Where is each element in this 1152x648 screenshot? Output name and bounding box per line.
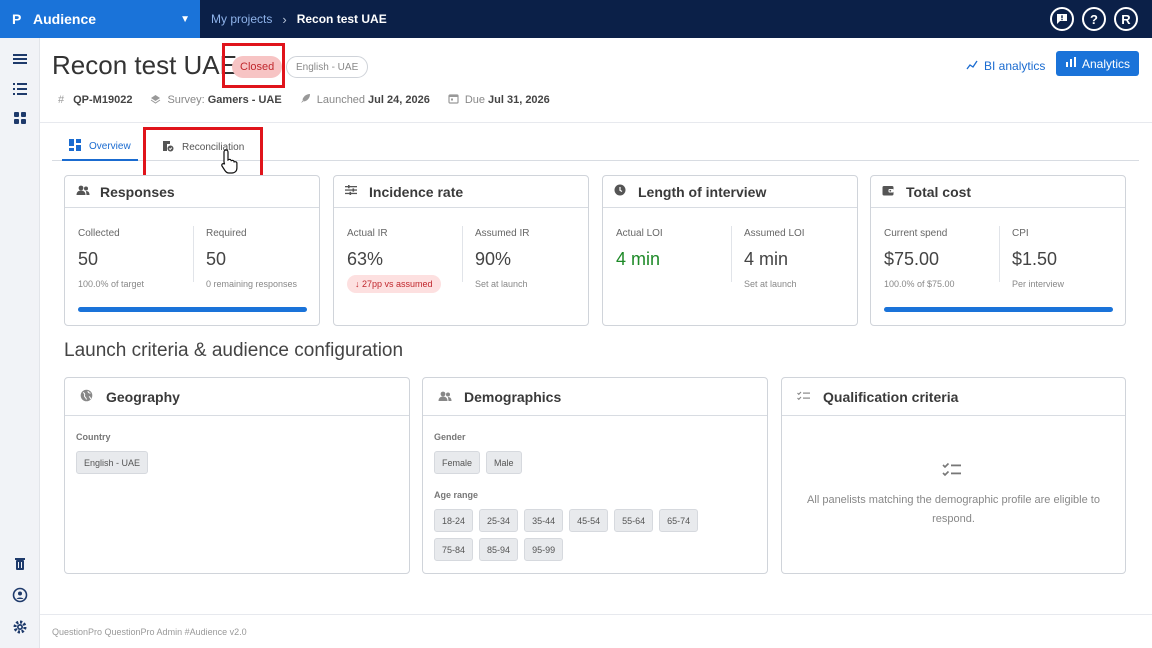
age-range-chip: 75-84 [434, 538, 474, 561]
sliders-icon [345, 185, 359, 198]
breadcrumb: My projects › Recon test UAE [211, 12, 387, 27]
card-header: Demographics [423, 378, 767, 416]
card-header: Total cost [871, 176, 1125, 208]
dashboard-icon[interactable] [12, 110, 28, 126]
empty-state-text: All panelists matching the demographic p… [807, 494, 1100, 525]
app-switcher[interactable]: P Audience ▼ [0, 0, 200, 38]
card-header: Length of interview [603, 176, 857, 208]
clock-icon [614, 184, 628, 199]
meta-due: Due Jul 31, 2026 [448, 93, 550, 107]
card-header: Qualification criteria [782, 378, 1125, 416]
help-icon[interactable]: ? [1082, 7, 1106, 31]
country-chip: English - UAE [76, 451, 149, 474]
card-length-of-interview: Length of interview Actual LOI 4 min Ass… [602, 175, 858, 326]
rocket-icon [300, 93, 311, 107]
highlight-box-status [222, 43, 285, 88]
age-range-chips: 18-24 25-34 35-44 45-54 55-64 65-74 75-84 85-94… [434, 509, 724, 561]
page-title: Recon test UAE [52, 50, 237, 80]
meta-launched: Launched Jul 24, 2026 [300, 93, 430, 107]
calendar-icon [448, 93, 459, 107]
card-total-cost: Total cost Current spend $75.00 100.0% o… [870, 175, 1126, 326]
age-range-chip: 85-94 [479, 538, 519, 561]
loi-actual: Actual LOI 4 min [616, 228, 663, 269]
breadcrumb-current: Recon test UAE [296, 12, 387, 26]
wallet-icon [882, 185, 896, 199]
age-range-chip: 18-24 [434, 509, 474, 532]
responses-collected: Collected 50 100.0% of target [78, 228, 145, 289]
breadcrumb-separator: › [282, 11, 287, 27]
hash-icon: # [58, 94, 65, 106]
age-range-chip: 65-74 [659, 509, 699, 532]
gender-label: Gender [434, 432, 466, 442]
incidence-assumed: Assumed IR 90% Set at launch [475, 228, 530, 289]
brand-logo: P [12, 11, 22, 27]
age-range-chip: 55-64 [614, 509, 654, 532]
ir-delta-badge: ↓ 27pp vs assumed [347, 275, 441, 293]
globe-icon [80, 389, 94, 405]
bar-chart-icon [1065, 56, 1077, 71]
card-responses: Responses Collected 50 100.0% of target … [64, 175, 320, 326]
breadcrumb-my-projects[interactable]: My projects [211, 12, 272, 26]
avatar[interactable]: R [1114, 7, 1138, 31]
left-rail [0, 38, 40, 648]
project-meta: # QP-M19022 Survey: Gamers - UAE Launche… [58, 93, 568, 107]
hand-cursor-icon [220, 148, 240, 174]
tab-overview[interactable]: Overview [62, 134, 138, 161]
trash-icon[interactable] [12, 556, 28, 572]
gender-chip: Male [486, 451, 522, 474]
card-header: Geography [65, 378, 409, 416]
header-divider [40, 122, 1152, 123]
section-title: Launch criteria & audience configuration [64, 340, 404, 361]
responses-required: Required 50 0 remaining responses [206, 228, 298, 289]
feedback-icon[interactable] [1050, 7, 1074, 31]
meta-survey: Survey: Gamers - UAE [150, 94, 282, 107]
footer: QuestionPro QuestionPro Admin #Audience … [52, 627, 247, 637]
user-shield-icon[interactable] [12, 587, 28, 603]
age-range-chip: 45-54 [569, 509, 609, 532]
footer-divider [40, 614, 1152, 615]
card-header: Responses [65, 176, 319, 208]
age-range-chip: 35-44 [524, 509, 564, 532]
settings-icon[interactable] [12, 619, 28, 635]
column-divider [193, 226, 194, 282]
cost-cpi: CPI $1.50 Per interview [1012, 228, 1065, 289]
layers-icon [150, 94, 161, 107]
language-badge: English - UAE [286, 56, 369, 78]
analytics-button[interactable]: Analytics [1056, 51, 1139, 76]
trend-icon [966, 60, 978, 73]
users-icon [76, 185, 90, 198]
country-chips: English - UAE [76, 451, 396, 474]
menu-icon[interactable] [12, 51, 28, 67]
chevron-down-icon: ▼ [180, 13, 190, 25]
top-bar: P Audience ▼ My projects › Recon test UA… [0, 0, 1152, 38]
list-icon[interactable] [12, 81, 28, 97]
gender-chip: Female [434, 451, 481, 474]
card-incidence-rate: Incidence rate Actual IR 63% ↓ 27pp vs a… [333, 175, 589, 326]
age-range-chip: 95-99 [524, 538, 564, 561]
top-actions: ? R [1050, 7, 1138, 31]
card-qualification-criteria: Qualification criteria All panelists mat… [781, 377, 1126, 574]
card-geography: Geography Country English - UAE [64, 377, 410, 574]
age-range-label: Age range [434, 490, 479, 500]
cost-progress-bar [884, 307, 1113, 312]
age-range-chip: 25-34 [479, 509, 519, 532]
card-demographics: Demographics Gender Female Male Age range… [422, 377, 768, 574]
incidence-actual: Actual IR 63% ↓ 27pp vs assumed [347, 228, 441, 293]
column-divider [462, 226, 463, 282]
loi-assumed: Assumed LOI 4 min Set at launch [744, 228, 805, 289]
meta-project-id: # QP-M19022 [58, 94, 133, 106]
column-divider [731, 226, 732, 282]
cost-current-spend: Current spend $75.00 100.0% of $75.00 [884, 228, 955, 289]
checklist-icon [797, 390, 811, 404]
dashboard-icon [69, 139, 81, 154]
card-header: Incidence rate [334, 176, 588, 208]
bi-analytics-link[interactable]: BI analytics [966, 55, 1045, 77]
country-label: Country [76, 432, 111, 442]
checklist-icon [942, 462, 962, 483]
column-divider [999, 226, 1000, 282]
app-name: Audience [33, 11, 97, 27]
responses-progress-bar [78, 307, 307, 312]
gender-chips: Female Male [434, 451, 754, 474]
users-icon [438, 390, 452, 404]
